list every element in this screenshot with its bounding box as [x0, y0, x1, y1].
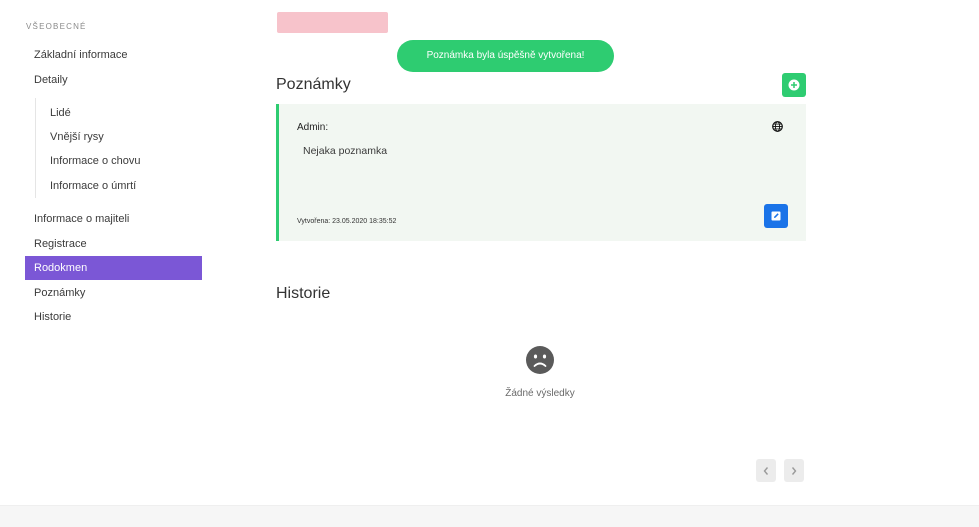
pink-placeholder-bar — [277, 12, 388, 33]
sidebar-subitem-vnejsi-rysy[interactable]: Vnější rysy — [50, 125, 104, 149]
chevron-left-icon — [763, 466, 769, 475]
sidebar-item-historie[interactable]: Historie — [25, 305, 202, 329]
globe-icon — [772, 121, 783, 132]
note-text: Nejaka poznamka — [303, 145, 388, 157]
edit-icon — [771, 211, 781, 221]
toast-text: Poznámka byla úspěšně vytvořena! — [426, 50, 585, 61]
empty-results-text: Žádné výsledky — [505, 388, 575, 399]
subnav-divider — [35, 98, 36, 198]
sidebar-item-rodokmen[interactable]: Rodokmen — [25, 256, 202, 280]
sidebar-item-informace-o-majiteli[interactable]: Informace o majiteli — [25, 207, 202, 231]
sidebar-item-zakladni-informace[interactable]: Základní informace — [25, 43, 202, 67]
sidebar-subitem-lide[interactable]: Lidé — [50, 101, 71, 125]
plus-circle-icon — [788, 79, 800, 91]
note-created-date: Vytvořena: 23.05.2020 18:35:52 — [297, 218, 397, 225]
sidebar-item-poznamky[interactable]: Poznámky — [25, 281, 202, 305]
note-card: Admin: Nejaka poznamka Vytvořena: 23.05.… — [276, 104, 806, 241]
add-note-button[interactable] — [782, 73, 806, 97]
success-toast: Poznámka byla úspěšně vytvořena! — [397, 40, 614, 72]
chevron-right-icon — [791, 466, 797, 475]
note-author: Admin: — [297, 122, 329, 133]
sidebar-subitem-informace-o-umrti[interactable]: Informace o úmrtí — [50, 174, 136, 198]
footer-bar — [0, 505, 979, 527]
sidebar-section-title: VŠEOBECNÉ — [26, 22, 87, 31]
sad-face-icon — [526, 346, 554, 374]
sidebar-item-registrace[interactable]: Registrace — [25, 232, 202, 256]
notes-heading: Poznámky — [276, 76, 351, 93]
history-heading: Historie — [276, 285, 331, 302]
edit-note-button[interactable] — [764, 204, 788, 228]
sidebar-subitem-informace-o-chovu[interactable]: Informace o chovu — [50, 149, 141, 173]
pagination-prev-button[interactable] — [756, 459, 776, 482]
pagination-next-button[interactable] — [784, 459, 804, 482]
sidebar-item-detaily[interactable]: Detaily — [25, 68, 202, 92]
